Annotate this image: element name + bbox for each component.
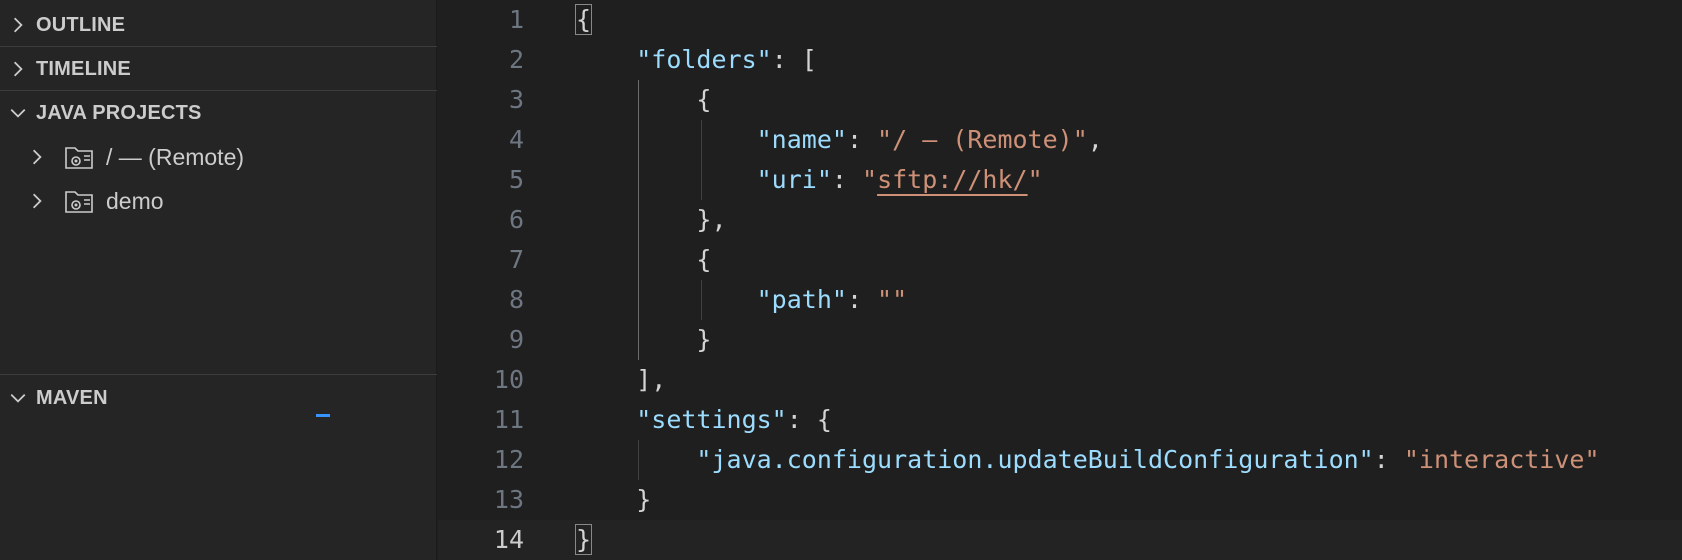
code-token: : { bbox=[786, 405, 832, 434]
line-number: 10 bbox=[493, 365, 524, 394]
code-line[interactable]: 2 "folders": [ bbox=[438, 40, 1682, 80]
code-token: } bbox=[574, 524, 593, 555]
progress-indicator bbox=[316, 414, 330, 417]
line-number: 14 bbox=[493, 525, 524, 554]
code-editor[interactable]: 1{2 "folders": [3 {4 "name": "/ — (Remot… bbox=[438, 0, 1682, 560]
chevron-right-icon bbox=[32, 193, 42, 209]
code-token: "interactive" bbox=[1403, 445, 1600, 474]
code-token: { bbox=[576, 245, 712, 274]
code-token: " bbox=[862, 165, 878, 194]
code-line[interactable]: 12 "java.configuration.updateBuildConfig… bbox=[438, 440, 1682, 480]
code-text[interactable]: "folders": [ bbox=[576, 40, 817, 80]
project-item-demo[interactable]: demo bbox=[0, 179, 437, 223]
code-token: : bbox=[831, 165, 862, 194]
folder-remote-icon bbox=[65, 191, 93, 213]
code-token: : [ bbox=[771, 45, 817, 74]
section-maven-label: MAVEN bbox=[36, 386, 108, 409]
code-text[interactable]: } bbox=[576, 320, 711, 360]
section-timeline-label: TIMELINE bbox=[36, 57, 131, 80]
code-text[interactable]: "settings": { bbox=[576, 400, 832, 440]
code-text[interactable]: "name": "/ — (Remote)", bbox=[576, 120, 1103, 160]
code-line[interactable]: 4 "name": "/ — (Remote)", bbox=[438, 120, 1682, 160]
section-timeline-header[interactable]: TIMELINE bbox=[0, 47, 437, 91]
code-token: " bbox=[1027, 165, 1043, 194]
line-number: 7 bbox=[508, 245, 524, 274]
line-number: 4 bbox=[508, 125, 524, 154]
code-text[interactable]: "java.configuration.updateBuildConfigura… bbox=[576, 440, 1600, 480]
section-maven-header[interactable]: MAVEN bbox=[0, 376, 437, 420]
code-token: ], bbox=[576, 365, 667, 394]
code-token: { bbox=[574, 4, 593, 35]
section-java-projects-header[interactable]: JAVA PROJECTS bbox=[0, 91, 437, 135]
code-line[interactable]: 5 "uri": "sftp://hk/" bbox=[438, 160, 1682, 200]
code-token: : bbox=[846, 285, 878, 314]
code-line[interactable]: 1{ bbox=[438, 0, 1682, 40]
line-number: 9 bbox=[508, 325, 524, 354]
chevron-right-icon bbox=[0, 47, 36, 91]
code-token: } bbox=[576, 485, 652, 514]
line-number: 8 bbox=[508, 285, 524, 314]
chevron-right-icon bbox=[32, 149, 42, 165]
line-number: 2 bbox=[508, 45, 524, 74]
code-text[interactable]: "path": "" bbox=[576, 280, 908, 320]
project-label: / — (Remote) bbox=[106, 143, 245, 170]
code-token: "folders" bbox=[636, 45, 772, 74]
code-token: }, bbox=[576, 205, 727, 234]
code-text[interactable]: { bbox=[576, 240, 711, 280]
chevron-right-icon bbox=[0, 3, 36, 47]
code-token: "settings" bbox=[636, 405, 787, 434]
code-token: "" bbox=[877, 285, 908, 314]
code-token: "/ — (Remote)" bbox=[877, 125, 1088, 154]
line-number: 1 bbox=[508, 5, 524, 34]
code-line[interactable]: 9 } bbox=[438, 320, 1682, 360]
line-number: 12 bbox=[493, 445, 524, 474]
code-link[interactable]: sftp://hk/ bbox=[877, 165, 1028, 194]
code-line[interactable]: 8 "path": "" bbox=[438, 280, 1682, 320]
project-item-remote[interactable]: / — (Remote) bbox=[0, 135, 437, 179]
code-line[interactable]: 13 } bbox=[438, 480, 1682, 520]
code-token: "name" bbox=[756, 125, 847, 154]
code-line[interactable]: 14} bbox=[438, 520, 1682, 560]
code-token: : bbox=[1373, 445, 1404, 474]
section-outline-label: OUTLINE bbox=[36, 13, 126, 36]
folder-remote-icon bbox=[65, 147, 93, 169]
code-token: "uri" bbox=[756, 165, 832, 194]
code-line[interactable]: 7 { bbox=[438, 240, 1682, 280]
line-number: 5 bbox=[508, 165, 524, 194]
line-number: 13 bbox=[493, 485, 524, 514]
chevron-down-icon bbox=[0, 91, 36, 135]
chevron-down-icon bbox=[0, 376, 36, 420]
code-token: , bbox=[1087, 125, 1103, 154]
code-line[interactable]: 11 "settings": { bbox=[438, 400, 1682, 440]
code-text[interactable]: ], bbox=[576, 360, 666, 400]
code-text[interactable]: { bbox=[574, 0, 593, 40]
section-outline-header[interactable]: OUTLINE bbox=[0, 3, 437, 47]
code-text[interactable]: { bbox=[576, 80, 711, 120]
code-token: } bbox=[576, 325, 712, 354]
code-line[interactable]: 3 { bbox=[438, 80, 1682, 120]
section-divider bbox=[0, 374, 437, 375]
code-text[interactable]: }, bbox=[576, 200, 727, 240]
code-token: : bbox=[846, 125, 878, 154]
code-token: "path" bbox=[756, 285, 847, 314]
code-token: "java.configuration.updateBuildConfigura… bbox=[696, 445, 1374, 474]
section-java-projects-label: JAVA PROJECTS bbox=[36, 101, 202, 124]
line-number: 6 bbox=[508, 205, 524, 234]
code-token: { bbox=[576, 85, 712, 114]
code-line[interactable]: 10 ], bbox=[438, 360, 1682, 400]
code-line[interactable]: 6 }, bbox=[438, 200, 1682, 240]
line-number: 3 bbox=[508, 85, 524, 114]
code-text[interactable]: "uri": "sftp://hk/" bbox=[576, 160, 1043, 200]
project-label: demo bbox=[106, 187, 164, 214]
line-number: 11 bbox=[493, 405, 524, 434]
code-text[interactable]: } bbox=[576, 480, 651, 520]
sidebar: OUTLINE TIMELINE JAVA PROJECTS / — (Remo… bbox=[0, 0, 437, 560]
code-text[interactable]: } bbox=[574, 520, 593, 560]
